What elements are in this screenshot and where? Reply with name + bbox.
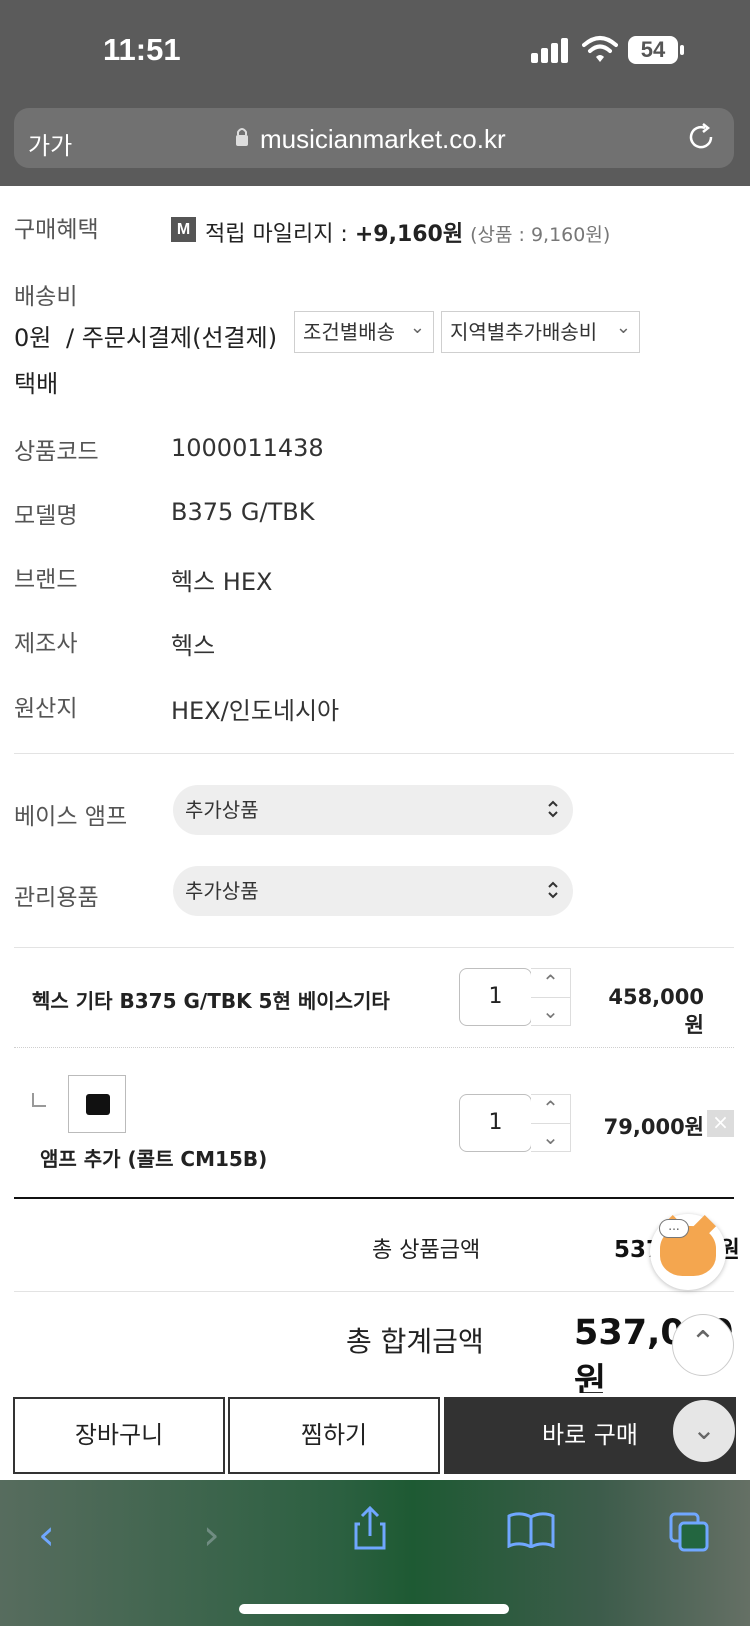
brand-label: 브랜드 bbox=[14, 567, 78, 593]
sub-item-price: 79,000원 bbox=[603, 1115, 704, 1139]
quantity-stepper[interactable]: ⌃ ⌄ bbox=[531, 968, 571, 1026]
tabs-icon[interactable] bbox=[668, 1511, 710, 1553]
care-option-label: 관리용품 bbox=[14, 885, 99, 911]
cart-button[interactable]: 장바구니 bbox=[13, 1397, 225, 1474]
product-code-value: 1000011438 bbox=[171, 434, 324, 462]
cart-item-name: 헥스 기타 B375 G/TBK 5현 베이스기타 bbox=[32, 989, 390, 1013]
purchase-bar: 장바구니 찜하기 바로 구매 ⌄ bbox=[0, 1393, 750, 1486]
section-divider bbox=[14, 753, 734, 754]
conditional-shipping-dropdown[interactable]: 조건별배송 bbox=[294, 308, 434, 353]
battery-icon: 54 bbox=[628, 36, 684, 64]
amp-option-select[interactable]: 추가상품 bbox=[173, 785, 573, 835]
mileage-prefix: 적립 마일리지 : bbox=[205, 222, 355, 247]
shipping-label: 배송비 bbox=[14, 284, 78, 310]
amp-option-label: 베이스 앰프 bbox=[14, 804, 128, 830]
wishlist-button[interactable]: 찜하기 bbox=[228, 1397, 440, 1474]
shipping-method: 택배 bbox=[14, 370, 59, 398]
shipping-payment: / 주문시결제(선결제) bbox=[66, 324, 278, 352]
total-divider bbox=[14, 1291, 734, 1292]
browser-address-area: 가가 musicianmarket.co.kr bbox=[0, 100, 750, 186]
back-icon[interactable]: ‹ bbox=[38, 1510, 55, 1559]
total-top-divider bbox=[14, 1197, 734, 1199]
regional-shipping-dropdown[interactable]: 지역별추가배송비 bbox=[441, 308, 640, 353]
benefit-label: 구매혜택 bbox=[14, 217, 99, 243]
mileage-detail: (상품 : 9,160원) bbox=[470, 224, 611, 246]
brand-value: 헥스 HEX bbox=[171, 568, 273, 596]
signal-icon bbox=[531, 37, 573, 63]
reload-icon[interactable] bbox=[686, 122, 716, 152]
cart-item-divider bbox=[14, 1047, 734, 1048]
select-chevron-icon bbox=[548, 881, 558, 899]
clock: 11:51 bbox=[103, 32, 181, 67]
mileage-icon: M bbox=[171, 217, 196, 242]
sub-item-marker-icon bbox=[32, 1093, 46, 1107]
url-text[interactable]: musicianmarket.co.kr bbox=[260, 124, 506, 155]
amp-option-value: 추가상품 bbox=[185, 798, 259, 822]
conditional-shipping-label: 조건별배송 bbox=[303, 320, 395, 344]
model-value: B375 G/TBK bbox=[171, 498, 315, 526]
mascot-chat-button[interactable]: ... bbox=[650, 1214, 726, 1290]
amp-thumbnail bbox=[68, 1075, 126, 1133]
cart-item-price: 458,000원 bbox=[608, 985, 704, 1037]
cart-divider bbox=[14, 947, 734, 948]
origin-label: 원산지 bbox=[14, 696, 78, 722]
close-icon[interactable]: × bbox=[707, 1110, 734, 1137]
amp-image-icon bbox=[86, 1094, 110, 1115]
select-chevron-icon bbox=[548, 800, 558, 818]
decrease-icon[interactable]: ⌄ bbox=[531, 998, 570, 1027]
home-indicator bbox=[239, 1604, 509, 1614]
care-option-select[interactable]: 추가상품 bbox=[173, 866, 573, 916]
increase-icon[interactable]: ⌃ bbox=[531, 969, 570, 998]
forward-icon[interactable]: › bbox=[203, 1510, 220, 1559]
mileage-amount: +9,160원 bbox=[354, 222, 464, 247]
chevron-down-icon[interactable]: ⌄ bbox=[673, 1400, 735, 1462]
quantity-input[interactable]: 1 bbox=[459, 968, 532, 1026]
lock-icon bbox=[236, 128, 248, 146]
increase-icon[interactable]: ⌃ bbox=[531, 1095, 570, 1124]
shipping-fee: 0원 bbox=[14, 324, 52, 352]
chevron-up-icon[interactable]: ⌃ bbox=[672, 1314, 734, 1376]
grand-total-label: 총 합계금액 bbox=[346, 1325, 484, 1358]
product-code-label: 상품코드 bbox=[14, 439, 99, 465]
address-bar[interactable]: 가가 musicianmarket.co.kr bbox=[14, 108, 734, 168]
sub-item-quantity-stepper[interactable]: ⌃ ⌄ bbox=[531, 1094, 571, 1152]
sub-item-quantity-input[interactable]: 1 bbox=[459, 1094, 532, 1152]
bookmarks-icon[interactable] bbox=[507, 1512, 555, 1548]
product-total-label: 총 상품금액 bbox=[372, 1238, 481, 1263]
care-option-value: 추가상품 bbox=[185, 879, 259, 903]
decrease-icon[interactable]: ⌄ bbox=[531, 1124, 570, 1153]
model-label: 모델명 bbox=[14, 503, 78, 529]
manufacturer-label: 제조사 bbox=[14, 631, 78, 657]
wifi-icon bbox=[582, 36, 618, 62]
regional-shipping-label: 지역별추가배송비 bbox=[450, 320, 598, 344]
text-size-button[interactable]: 가가 bbox=[28, 126, 72, 161]
mileage-text: 적립 마일리지 : +9,160원 (상품 : 9,160원) bbox=[205, 216, 610, 248]
manufacturer-value: 헥스 bbox=[171, 632, 216, 660]
share-icon[interactable] bbox=[352, 1506, 388, 1552]
status-bar: 11:51 54 bbox=[0, 0, 750, 100]
chat-bubble-icon: ... bbox=[659, 1219, 689, 1238]
sub-item-name: 앰프 추가 (콜트 CM15B) bbox=[40, 1147, 268, 1171]
origin-value: HEX/인도네시아 bbox=[171, 697, 340, 725]
